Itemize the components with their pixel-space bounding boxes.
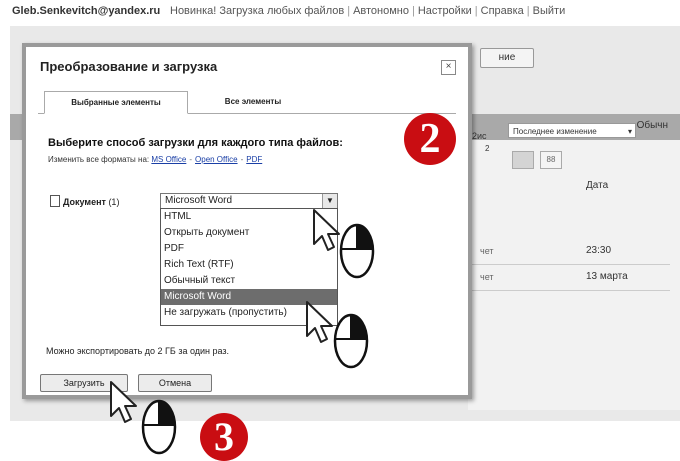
link-open-office[interactable]: Open Office (195, 155, 238, 164)
table-row[interactable]: чет 13 марта (458, 266, 670, 291)
mouse-left-click-icon (339, 223, 375, 279)
format-option-plain-text[interactable]: Обычный текст (161, 273, 337, 289)
nav-new-upload[interactable]: Новинка! Загрузка любых файлов (170, 5, 344, 17)
document-label: Документ (63, 197, 106, 207)
document-count: (1) (108, 197, 120, 207)
link-ms-office[interactable]: MS Office (151, 155, 186, 164)
tab-all-items[interactable]: Все элементы (188, 91, 318, 113)
close-icon[interactable]: × (441, 60, 456, 75)
list-view-button[interactable] (512, 151, 534, 169)
nav-separator: | (347, 5, 351, 17)
background-label: 2ис (472, 131, 487, 141)
top-nav: Новинка! Загрузка любых файлов | Автономно… (170, 5, 565, 17)
format-select[interactable]: Microsoft Word ▼ (160, 193, 338, 209)
tab-selected-items[interactable]: Выбранные элементы (44, 91, 188, 114)
user-email[interactable]: Gleb.Senkevitch@yandex.ru (12, 5, 160, 17)
row-type: чет (480, 246, 494, 256)
row-type: чет (480, 272, 494, 282)
nav-separator: | (474, 5, 478, 17)
background-button[interactable]: ние (480, 48, 534, 68)
document-icon (50, 195, 60, 207)
nav-offline[interactable]: Автономно (353, 5, 409, 17)
nav-logout[interactable]: Выйти (533, 5, 566, 17)
format-links-prefix: Изменить все форматы на: (48, 155, 150, 164)
link-separator: - (240, 155, 244, 164)
background-header-text: Обычн (636, 120, 668, 131)
dialog-heading: Выберите способ загрузки для каждого тип… (48, 137, 343, 149)
nav-help[interactable]: Справка (481, 5, 524, 17)
date-column-header[interactable]: Дата (586, 180, 608, 191)
top-bar: Gleb.Senkevitch@yandex.ru Новинка! Загру… (0, 0, 680, 26)
nav-separator: | (411, 5, 415, 17)
chevron-down-icon[interactable]: ▼ (322, 194, 337, 208)
step-3-badge: 3 (200, 413, 248, 461)
mouse-left-click-icon (333, 313, 369, 369)
row-date: 13 марта (586, 271, 628, 282)
format-links: Изменить все форматы на: MS Office - Open … (48, 155, 262, 164)
dialog-tabs: Выбранные элементы Все элементы (38, 91, 456, 114)
link-separator: - (189, 155, 193, 164)
convert-upload-dialog: Преобразование и загрузка × Выбранные эл… (22, 43, 472, 399)
format-select-value: Microsoft Word (165, 195, 233, 206)
background-label: 2 (485, 144, 490, 153)
document-type-row: Документ (1) (50, 195, 119, 207)
grid-view-button[interactable]: 88 (540, 151, 562, 169)
nav-settings[interactable]: Настройки (418, 5, 472, 17)
mouse-left-click-icon (141, 399, 177, 455)
step-2-badge: 2 (404, 113, 456, 165)
dialog-title: Преобразование и загрузка (40, 59, 218, 74)
row-date: 23:30 (586, 245, 612, 256)
table-row[interactable]: чет 23:30 (458, 240, 670, 265)
link-pdf[interactable]: PDF (246, 155, 262, 164)
sort-select[interactable]: Последнее изменение (508, 123, 636, 139)
nav-separator: | (526, 5, 530, 17)
export-limit-note: Можно экспортировать до 2 ГБ за один раз… (46, 346, 230, 356)
